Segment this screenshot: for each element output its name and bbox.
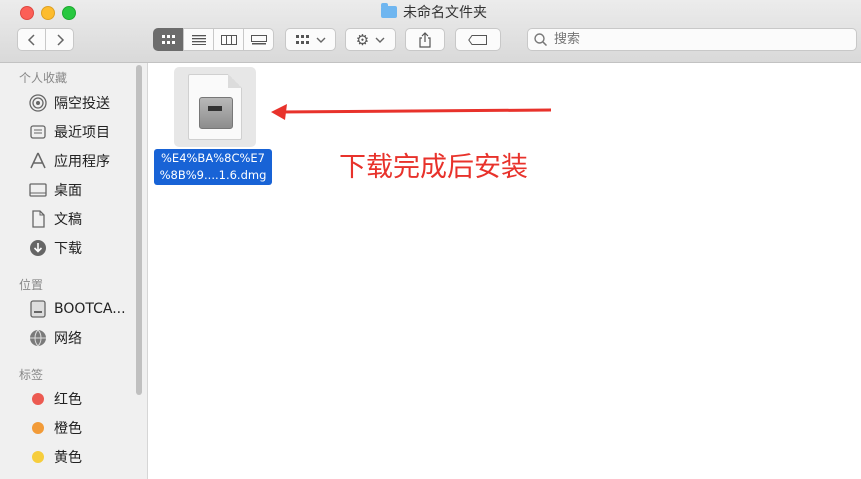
zoom-button[interactable] [62,6,76,20]
sidebar-item-label: 最近项目 [54,125,110,141]
sidebar-item-applications[interactable]: 应用程序 [28,150,110,172]
tag-button[interactable] [455,28,501,51]
sidebar-item-downloads[interactable]: 下载 [28,237,82,259]
sidebar-item-airdrop[interactable]: 隔空投送 [28,92,110,114]
sidebar-item-label: BOOTCA... [54,301,126,317]
window-title: 未命名文件夹 [381,3,487,21]
sidebar-item-label: 应用程序 [54,154,110,170]
chevron-down-icon [375,37,385,43]
sidebar-item-label: 文稿 [54,212,82,228]
view-mode-control [153,28,274,51]
file-name[interactable]: %E4%BA%8C%E7 %8B%9....1.6.dmg [154,149,272,185]
minimize-button[interactable] [41,6,55,20]
column-view-button[interactable] [213,28,244,51]
sidebar-item-label: 网络 [54,331,82,347]
documents-icon [28,209,48,229]
annotation-arrow [271,104,552,120]
sidebar-item-tag-orange[interactable]: 橙色 [28,417,82,439]
list-view-button[interactable] [183,28,214,51]
sidebar-item-label: 红色 [54,392,82,408]
hard-disk-graphic [199,97,233,129]
back-button[interactable] [17,28,46,51]
icon-view-icon [161,34,175,44]
section-favorites-title: 个人收藏 [19,71,68,85]
forward-button[interactable] [45,28,74,51]
sidebar-item-label: 黄色 [54,450,82,466]
sidebar-scrollbar[interactable] [136,65,142,395]
orange-tag-dot-icon [32,422,44,434]
gallery-view-icon [250,34,267,44]
sidebar: 个人收藏 隔空投送 最近项目 应用程序 桌面 文稿 下载 位置 BOOTCA..… [0,63,148,479]
section-locations-title: 位置 [19,278,44,292]
downloads-icon [28,238,48,258]
sidebar-item-label: 桌面 [54,183,82,199]
share-icon [419,31,431,48]
chevron-right-icon [56,33,64,46]
red-tag-dot-icon [32,393,44,405]
disk-icon [28,299,48,319]
sidebar-item-bootcamp[interactable]: BOOTCA... [28,298,126,320]
applications-icon [28,151,48,171]
desktop-icon [28,180,48,200]
list-view-icon [191,34,206,45]
sidebar-item-tag-yellow[interactable]: 黄色 [28,446,82,468]
action-button[interactable]: ⚙ [345,28,396,51]
group-by-button[interactable] [285,28,336,51]
sidebar-item-documents[interactable]: 文稿 [28,208,82,230]
network-icon [28,328,48,348]
tag-icon [468,34,487,45]
file-name-line-2: %8B%9....1.6.dmg [159,168,267,182]
icon-view-button[interactable] [153,28,184,51]
gear-icon: ⚙ [355,30,370,49]
file-item[interactable] [174,67,256,147]
share-button[interactable] [405,28,445,51]
column-view-icon [220,34,237,45]
chevron-left-icon [27,33,35,46]
gallery-view-button[interactable] [243,28,274,51]
sidebar-item-label: 橙色 [54,421,82,437]
folder-icon [381,3,397,18]
chevron-down-icon [316,37,325,43]
file-browser: %E4%BA%8C%E7 %8B%9....1.6.dmg 下载完成后安装 [149,63,861,479]
annotation-text: 下载完成后安装 [339,152,528,183]
disk-image-icon [188,74,242,140]
yellow-tag-dot-icon [32,451,44,463]
toolbar: 未命名文件夹 ⚙ 搜索 [0,0,861,63]
section-tags-title: 标签 [19,368,44,382]
search-input[interactable] [552,31,836,48]
search-icon [534,33,547,46]
airdrop-icon [28,93,48,113]
sidebar-item-tag-red[interactable]: 红色 [28,388,82,410]
file-name-line-1: %E4%BA%8C%E7 [161,151,265,165]
sidebar-item-label: 下载 [54,241,82,257]
search-field[interactable] [527,28,857,51]
sidebar-item-label: 隔空投送 [54,96,110,112]
window-title-text: 未命名文件夹 [403,5,487,21]
sidebar-item-recents[interactable]: 最近项目 [28,121,110,143]
recents-icon [28,122,48,142]
sidebar-item-desktop[interactable]: 桌面 [28,179,82,201]
grid-icon [295,34,309,44]
sidebar-item-network[interactable]: 网络 [28,327,82,349]
close-button[interactable] [20,6,34,20]
finder-window: 未命名文件夹 ⚙ 搜索 个人收藏 隔空投送 最近项目 应用程序 桌面 文稿 下载… [0,0,861,479]
